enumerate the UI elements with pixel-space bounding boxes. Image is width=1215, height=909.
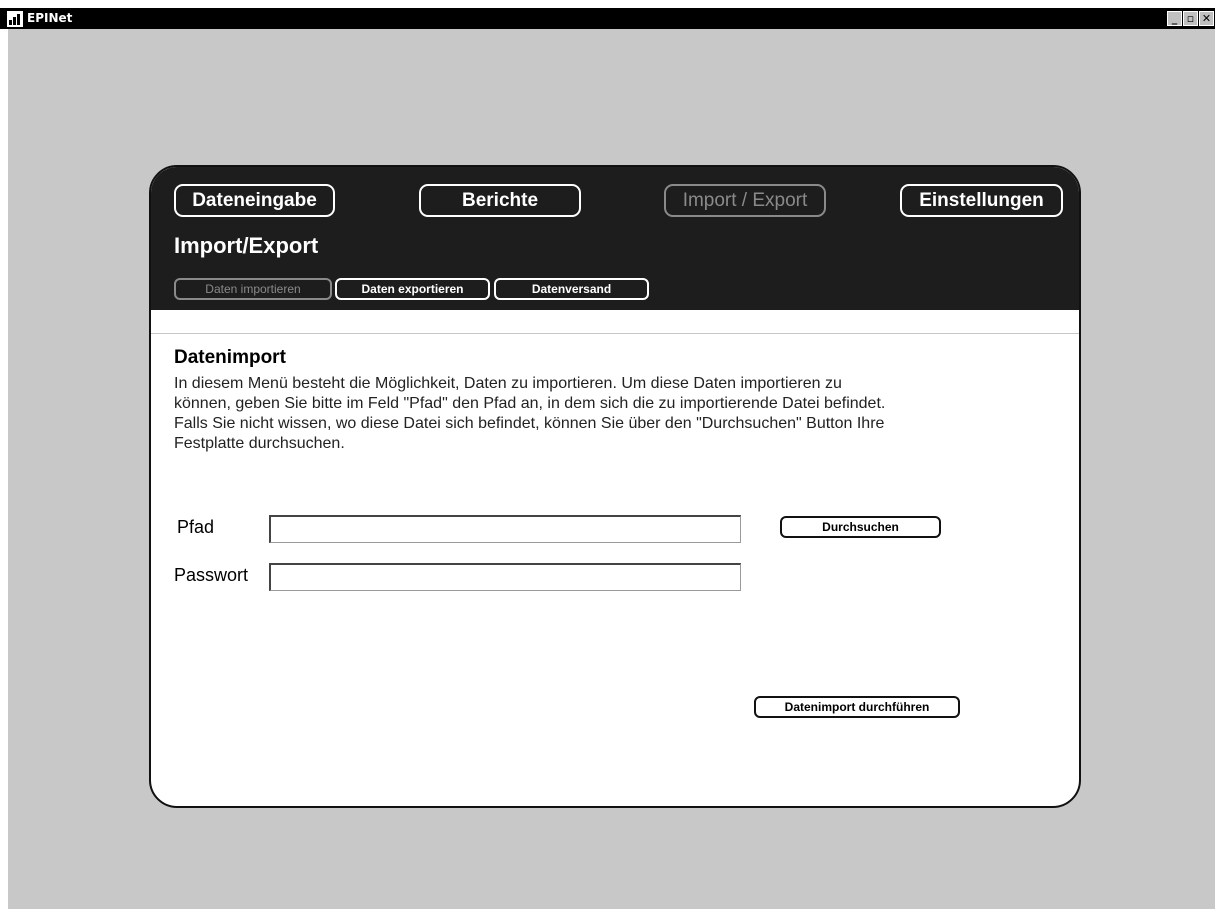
subnav-daten-exportieren-button[interactable]: Daten exportieren: [335, 278, 490, 300]
section-description: In diesem Menü besteht die Möglichkeit, …: [174, 375, 886, 452]
header-divider: [151, 333, 1079, 334]
minimize-button[interactable]: _: [1167, 11, 1182, 26]
maximize-button[interactable]: ▫: [1183, 11, 1198, 26]
close-button[interactable]: ✕: [1199, 11, 1214, 26]
path-label: Pfad: [177, 517, 215, 537]
panel-header: Dateneingabe Berichte Import / Export Ei…: [151, 167, 1079, 310]
window-title: EPINet: [27, 11, 73, 25]
password-input[interactable]: [269, 563, 741, 591]
nav-import-export-button: Import / Export: [664, 184, 826, 217]
nav-dateneingabe-button[interactable]: Dateneingabe: [174, 184, 335, 217]
nav-berichte-button[interactable]: Berichte: [419, 184, 581, 217]
browse-button[interactable]: Durchsuchen: [780, 516, 941, 538]
path-input[interactable]: [269, 515, 741, 543]
import-submit-button[interactable]: Datenimport durchführen: [754, 696, 960, 718]
main-panel: Dateneingabe Berichte Import / Export Ei…: [149, 165, 1081, 808]
window-titlebar: EPINet _ ▫ ✕: [0, 8, 1215, 29]
section-title: Datenimport: [174, 347, 286, 368]
subnav-daten-importieren-button: Daten importieren: [174, 278, 332, 300]
nav-einstellungen-button[interactable]: Einstellungen: [900, 184, 1063, 217]
page-title: Import/Export: [174, 233, 319, 258]
password-label: Passwort: [174, 565, 249, 585]
subnav-datenversand-button[interactable]: Datenversand: [494, 278, 649, 300]
app-icon: [7, 11, 23, 27]
